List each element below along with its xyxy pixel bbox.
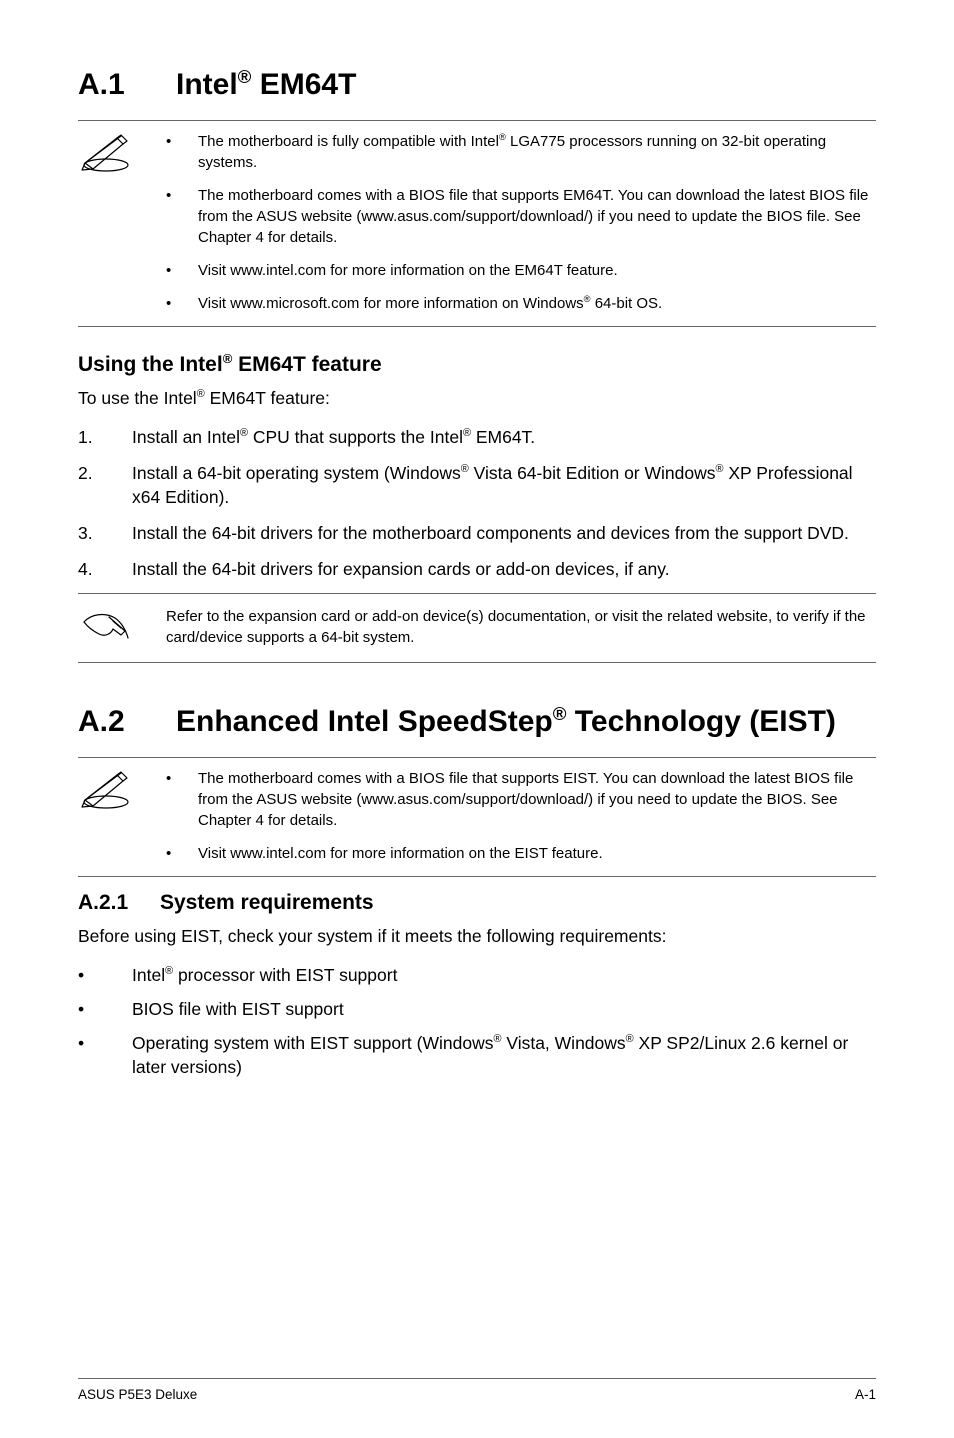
note-text: The motherboard is fully compatible with… [198, 131, 876, 173]
subheading-a21-title: System requirements [160, 891, 374, 914]
note-item: • Visit www.intel.com for more informati… [166, 843, 876, 864]
heading-a2-number: A.2 [78, 705, 176, 739]
bullet-dot: • [166, 260, 174, 281]
step-number: 2. [78, 461, 98, 509]
note-block-a2: • The motherboard comes with a BIOS file… [78, 757, 876, 877]
note-item: • Visit www.microsoft.com for more infor… [166, 293, 876, 314]
step-text: Install a 64-bit operating system (Windo… [132, 461, 876, 509]
list-item: • Operating system with EIST support (Wi… [78, 1031, 876, 1079]
sub-intro-text: Before using EIST, check your system if … [78, 925, 876, 949]
heading-a2-title: Enhanced Intel SpeedStep® Technology (EI… [176, 705, 836, 738]
note-text: Visit www.intel.com for more information… [198, 843, 876, 864]
bullet-dot: • [78, 963, 98, 987]
pencil-note-icon [78, 768, 134, 810]
list-text: Operating system with EIST support (Wind… [132, 1031, 876, 1079]
intro-text: To use the Intel® EM64T feature: [78, 387, 876, 411]
step-item: 1. Install an Intel® CPU that supports t… [78, 425, 876, 449]
step-item: 3. Install the 64-bit drivers for the mo… [78, 521, 876, 545]
pencil-note-icon [78, 131, 134, 173]
bullet-dot: • [78, 997, 98, 1021]
heading-a1-number: A.1 [78, 68, 176, 102]
bullet-dot: • [78, 1031, 98, 1079]
step-text: Install an Intel® CPU that supports the … [132, 425, 876, 449]
step-text: Install the 64-bit drivers for expansion… [132, 557, 876, 581]
note-text: The motherboard comes with a BIOS file t… [198, 768, 876, 831]
tip-block: Refer to the expansion card or add-on de… [78, 593, 876, 663]
steps-list: 1. Install an Intel® CPU that supports t… [78, 425, 876, 582]
note-text: The motherboard comes with a BIOS file t… [198, 185, 876, 248]
step-number: 1. [78, 425, 98, 449]
note-text: Visit www.intel.com for more information… [198, 260, 876, 281]
heading-a1: A.1Intel® EM64T [78, 68, 876, 102]
heading-a1-title: Intel® EM64T [176, 68, 356, 101]
subheading-using-intel-em64t: Using the Intel® EM64T feature [78, 353, 876, 377]
note-item: • The motherboard comes with a BIOS file… [166, 185, 876, 248]
note-item: • The motherboard is fully compatible wi… [166, 131, 876, 173]
bullet-dot: • [166, 185, 174, 248]
step-number: 4. [78, 557, 98, 581]
note-block-a1: • The motherboard is fully compatible wi… [78, 120, 876, 327]
list-item: • BIOS file with EIST support [78, 997, 876, 1021]
tip-text: Refer to the expansion card or add-on de… [166, 606, 876, 648]
bullet-dot: • [166, 843, 174, 864]
bullet-dot: • [166, 768, 174, 831]
note-text: Visit www.microsoft.com for more informa… [198, 293, 876, 314]
note-item: • The motherboard comes with a BIOS file… [166, 768, 876, 831]
heading-a2: A.2Enhanced Intel SpeedStep® Technology … [78, 705, 876, 739]
note-list-a1: • The motherboard is fully compatible wi… [166, 131, 876, 314]
note-list-a2: • The motherboard comes with a BIOS file… [166, 768, 876, 864]
footer-right: A-1 [855, 1387, 876, 1402]
list-text: Intel® processor with EIST support [132, 963, 876, 987]
step-item: 4. Install the 64-bit drivers for expans… [78, 557, 876, 581]
page-footer: ASUS P5E3 Deluxe A-1 [78, 1378, 876, 1402]
hand-pointer-icon [78, 606, 134, 648]
footer-left: ASUS P5E3 Deluxe [78, 1387, 197, 1402]
requirements-list: • Intel® processor with EIST support • B… [78, 963, 876, 1080]
list-text: BIOS file with EIST support [132, 997, 876, 1021]
subheading-a21-number: A.2.1 [78, 891, 160, 915]
step-number: 3. [78, 521, 98, 545]
step-item: 2. Install a 64-bit operating system (Wi… [78, 461, 876, 509]
step-text: Install the 64-bit drivers for the mothe… [132, 521, 876, 545]
bullet-dot: • [166, 293, 174, 314]
bullet-dot: • [166, 131, 174, 173]
list-item: • Intel® processor with EIST support [78, 963, 876, 987]
subheading-a21: A.2.1System requirements [78, 891, 876, 915]
note-item: • Visit www.intel.com for more informati… [166, 260, 876, 281]
